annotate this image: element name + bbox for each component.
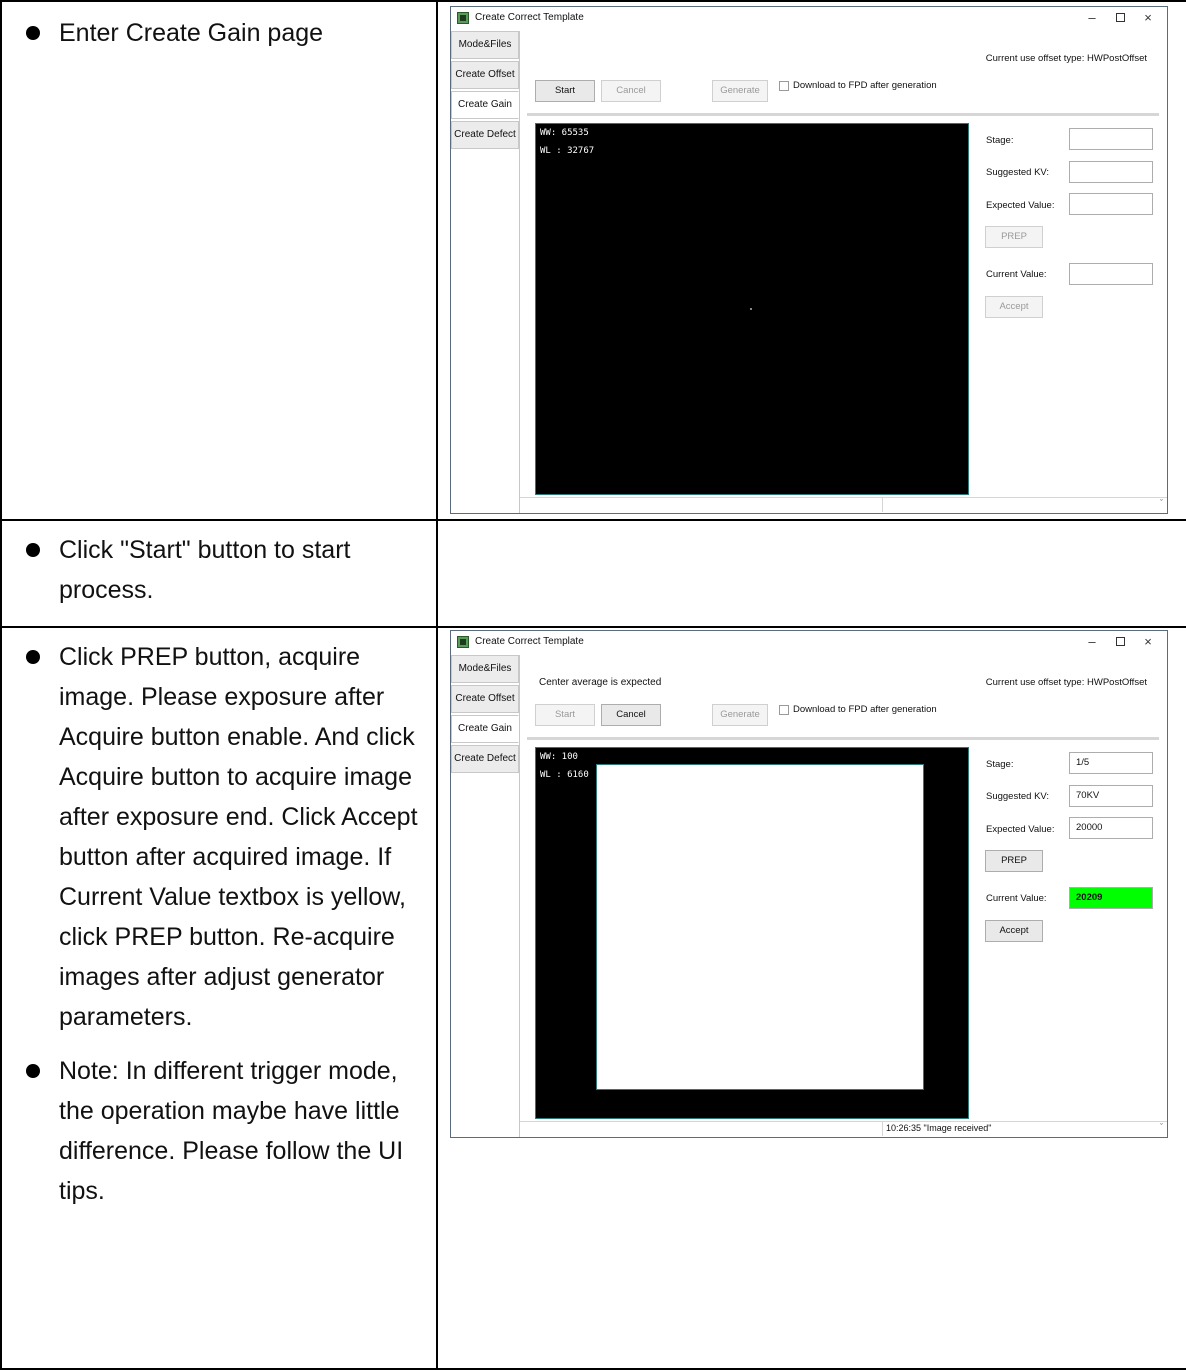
- status-divider: [882, 1122, 883, 1136]
- suggested-kv-field[interactable]: [1069, 161, 1153, 183]
- window-title: Create Correct Template: [475, 636, 584, 647]
- list-item: Note: In different trigger mode, the ope…: [26, 1051, 426, 1211]
- instruction-text: Click "Start" button to start process.: [59, 536, 351, 604]
- prep-button[interactable]: PREP: [985, 226, 1043, 248]
- instruction-text: Click PREP button, acquire image. Please…: [59, 643, 418, 1031]
- ww-readout: WW: 65535: [540, 128, 589, 138]
- screenshot-window-initial: Create Correct Template – × Mode&Files C…: [450, 6, 1168, 514]
- prep-button[interactable]: PREP: [985, 850, 1043, 872]
- row3-instructions: Click PREP button, acquire image. Please…: [26, 637, 426, 1211]
- generate-button[interactable]: Generate: [712, 704, 768, 726]
- stage-field[interactable]: [1069, 128, 1153, 150]
- ww-readout: WW: 100: [540, 752, 578, 762]
- close-icon[interactable]: ×: [1135, 9, 1161, 27]
- chevron-down-icon[interactable]: ˇ: [1160, 1122, 1163, 1132]
- expected-value-field[interactable]: 20000: [1069, 817, 1153, 839]
- table-left-border: [0, 0, 2, 1370]
- column-divider: [436, 0, 438, 1370]
- separator: [527, 113, 1159, 116]
- status-divider: [882, 498, 883, 512]
- screenshot-window-acquired: Create Correct Template – × Mode&Files C…: [450, 630, 1168, 1138]
- accept-button[interactable]: Accept: [985, 296, 1043, 318]
- download-checkbox[interactable]: [779, 705, 789, 715]
- list-item: Click "Start" button to start process.: [26, 530, 426, 610]
- row-divider-1: [0, 519, 1186, 521]
- instruction-text: Note: In different trigger mode, the ope…: [59, 1057, 404, 1205]
- tab-create-defect[interactable]: Create Defect: [451, 121, 519, 149]
- current-value-label: Current Value:: [986, 893, 1047, 904]
- current-value-field[interactable]: 20209: [1069, 887, 1153, 909]
- current-value-field[interactable]: [1069, 263, 1153, 285]
- generate-button[interactable]: Generate: [712, 80, 768, 102]
- accept-button[interactable]: Accept: [985, 920, 1043, 942]
- offset-type-label: Current use offset type: HWPostOffset: [985, 677, 1147, 688]
- instruction-text: Enter Create Gain page: [59, 19, 324, 47]
- tab-mode-files[interactable]: Mode&Files: [451, 655, 519, 683]
- download-checkbox-label: Download to FPD after generation: [793, 704, 937, 715]
- instruction-table: Enter Create Gain page Click "Start" but…: [0, 0, 1186, 1370]
- expected-value-label: Expected Value:: [986, 824, 1055, 835]
- tab-create-gain[interactable]: Create Gain: [451, 715, 519, 743]
- tab-create-gain[interactable]: Create Gain: [451, 91, 519, 119]
- close-icon[interactable]: ×: [1135, 633, 1161, 651]
- cancel-button[interactable]: Cancel: [601, 704, 661, 726]
- expected-value-label: Expected Value:: [986, 200, 1055, 211]
- table-top-border: [0, 0, 1186, 2]
- bullet-icon: [26, 1064, 40, 1078]
- start-button[interactable]: Start: [535, 704, 595, 726]
- wl-readout: WL : 32767: [540, 146, 595, 156]
- maximize-icon[interactable]: [1107, 633, 1133, 651]
- download-checkbox[interactable]: [779, 81, 789, 91]
- separator: [527, 737, 1159, 740]
- tab-create-offset[interactable]: Create Offset: [451, 61, 519, 89]
- title-bar: Create Correct Template – ×: [451, 7, 1167, 29]
- image-viewer[interactable]: WW: 100 WL : 6160: [535, 747, 969, 1119]
- suggested-kv-label: Suggested KV:: [986, 167, 1050, 178]
- current-value-label: Current Value:: [986, 269, 1047, 280]
- tab-mode-files[interactable]: Mode&Files: [451, 31, 519, 59]
- app-icon: [457, 636, 469, 648]
- list-item: Click PREP button, acquire image. Please…: [26, 637, 426, 1037]
- minimize-icon[interactable]: –: [1079, 633, 1105, 651]
- hint-label: Center average is expected: [539, 677, 662, 688]
- stage-field[interactable]: 1/5: [1069, 752, 1153, 774]
- window-title: Create Correct Template: [475, 12, 584, 23]
- bullet-icon: [26, 543, 40, 557]
- tab-create-defect[interactable]: Create Defect: [451, 745, 519, 773]
- download-checkbox-label: Download to FPD after generation: [793, 80, 937, 91]
- status-text: 10:26:35 "Image received": [886, 1123, 992, 1133]
- tab-rail: [519, 31, 520, 513]
- app-icon: [457, 12, 469, 24]
- chevron-down-icon[interactable]: ˇ: [1160, 498, 1163, 508]
- maximize-icon[interactable]: [1107, 9, 1133, 27]
- offset-type-label: Current use offset type: HWPostOffset: [985, 53, 1147, 64]
- list-item: Enter Create Gain page: [26, 13, 426, 53]
- image-viewer[interactable]: WW: 65535 WL : 32767: [535, 123, 969, 495]
- tab-rail: [519, 655, 520, 1137]
- status-bar: 10:26:35 "Image received" ˇ: [520, 1121, 1167, 1136]
- minimize-icon[interactable]: –: [1079, 9, 1105, 27]
- status-bar: ˇ: [520, 497, 1167, 512]
- row1-instructions: Enter Create Gain page: [26, 13, 426, 53]
- row2-instructions: Click "Start" button to start process.: [26, 530, 426, 610]
- row-divider-2: [0, 626, 1186, 628]
- bullet-icon: [26, 26, 40, 40]
- stage-label: Stage:: [986, 135, 1014, 146]
- start-button[interactable]: Start: [535, 80, 595, 102]
- cancel-button[interactable]: Cancel: [601, 80, 661, 102]
- wl-readout: WL : 6160: [540, 770, 589, 780]
- stage-label: Stage:: [986, 759, 1014, 770]
- acquired-image-region: [596, 764, 924, 1090]
- expected-value-field[interactable]: [1069, 193, 1153, 215]
- title-bar: Create Correct Template – ×: [451, 631, 1167, 653]
- suggested-kv-label: Suggested KV:: [986, 791, 1050, 802]
- center-pixel: [750, 308, 752, 310]
- bullet-icon: [26, 650, 40, 664]
- suggested-kv-field[interactable]: 70KV: [1069, 785, 1153, 807]
- tab-create-offset[interactable]: Create Offset: [451, 685, 519, 713]
